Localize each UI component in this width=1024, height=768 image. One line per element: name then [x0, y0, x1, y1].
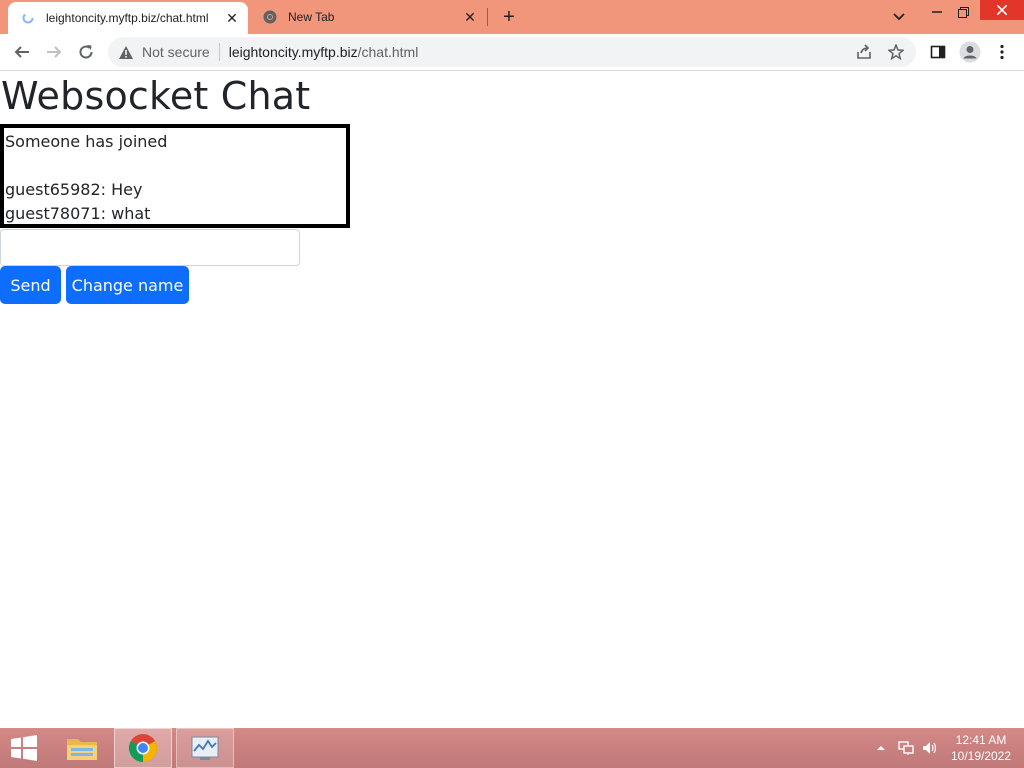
new-tab-button[interactable]: + [498, 6, 520, 28]
chat-message [5, 154, 346, 178]
browser-toolbar: Not secure leightoncity.myftp.biz/chat.h… [0, 34, 1024, 71]
url-text[interactable]: leightoncity.myftp.biz/chat.html [229, 44, 419, 60]
profile-avatar-icon[interactable] [956, 38, 984, 66]
security-status[interactable]: Not secure [142, 44, 210, 60]
page-title: Websocket Chat [1, 74, 311, 118]
warning-icon[interactable] [118, 44, 134, 60]
system-clock[interactable]: 12:41 AM 10/19/2022 [944, 732, 1018, 764]
restore-icon[interactable] [948, 0, 978, 24]
tab-divider [487, 8, 488, 26]
share-icon[interactable] [854, 42, 874, 62]
tab-chat[interactable]: leightoncity.myftp.biz/chat.html ✕ [8, 2, 248, 34]
clock-date: 10/19/2022 [950, 749, 1012, 763]
tab-title: leightoncity.myftp.biz/chat.html [46, 11, 209, 25]
bookmark-star-icon[interactable] [886, 42, 906, 62]
browser-titlebar: leightoncity.myftp.biz/chat.html ✕ New T… [0, 0, 1024, 34]
show-hidden-icons-icon[interactable] [874, 728, 888, 768]
network-icon[interactable] [896, 728, 916, 768]
task-manager-icon[interactable] [176, 728, 234, 768]
menu-kebab-icon[interactable] [988, 38, 1016, 66]
url-path: /chat.html [357, 44, 419, 60]
message-input[interactable] [0, 229, 300, 266]
address-bar[interactable]: Not secure leightoncity.myftp.biz/chat.h… [108, 37, 916, 67]
reload-icon[interactable] [72, 38, 100, 66]
windows-start-icon[interactable] [0, 728, 48, 768]
chat-message: guest78071: what [5, 204, 151, 223]
close-tab-icon[interactable]: ✕ [222, 8, 242, 28]
chrome-taskbar-icon[interactable] [114, 728, 172, 768]
chevron-down-icon[interactable] [888, 6, 910, 28]
page-content: Websocket Chat Someone has joined guest6… [0, 72, 1024, 728]
omnibox-divider [218, 43, 220, 61]
chat-log: Someone has joined guest65982: Hey guest… [0, 124, 350, 228]
chrome-icon [262, 9, 278, 25]
clock-time: 12:41 AM [955, 733, 1007, 747]
back-icon[interactable] [8, 38, 36, 66]
loading-icon [20, 10, 36, 26]
change-name-button[interactable]: Change name [66, 266, 189, 304]
chat-message: Someone has joined [5, 132, 168, 151]
tab-new-tab[interactable]: New Tab ✕ [250, 0, 486, 34]
side-panel-icon[interactable] [924, 38, 952, 66]
tab-title: New Tab [288, 10, 335, 24]
send-button[interactable]: Send [0, 266, 61, 304]
file-explorer-icon[interactable] [58, 728, 106, 768]
close-tab-icon[interactable]: ✕ [460, 7, 480, 27]
forward-icon[interactable] [40, 38, 68, 66]
close-window-icon[interactable] [980, 0, 1024, 20]
chat-message: guest65982: Hey [5, 180, 143, 199]
url-host: leightoncity.myftp.biz [228, 44, 358, 60]
volume-icon[interactable] [920, 728, 940, 768]
windows-taskbar: 12:41 AM 10/19/2022 [0, 728, 1024, 768]
